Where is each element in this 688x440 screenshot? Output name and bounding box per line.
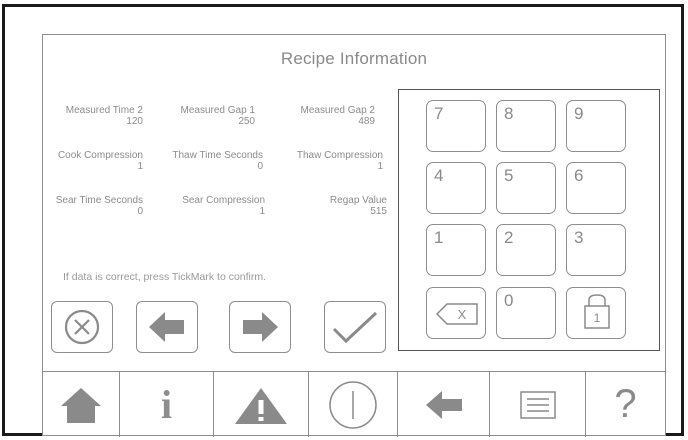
- key-label: 6: [574, 166, 584, 185]
- arrow-right-icon: [243, 312, 278, 342]
- field-value: 0: [137, 206, 143, 217]
- field-label: Measured Time 2: [65, 105, 143, 116]
- key-label: 1: [434, 228, 444, 247]
- field-thaw-time-seconds: Thaw Time Seconds 0: [163, 150, 263, 172]
- field-cook-compression: Cook Compression 1: [43, 150, 143, 172]
- warning-icon: [235, 387, 287, 424]
- field-label: Thaw Compression: [296, 150, 383, 161]
- field-value: 250: [238, 116, 255, 127]
- nav-list-button[interactable]: [490, 372, 586, 437]
- field-value: 489: [358, 116, 375, 127]
- field-label: Measured Gap 1: [180, 105, 256, 116]
- field-measured-gap-2: Measured Gap 2 489: [275, 105, 376, 127]
- key-7[interactable]: 7: [426, 100, 486, 152]
- key-4[interactable]: 4: [426, 162, 486, 214]
- next-button[interactable]: [229, 301, 291, 353]
- key-label: 9: [574, 104, 584, 123]
- field-value: 1: [259, 206, 265, 217]
- field-sear-compression: Sear Compression 1: [165, 195, 265, 217]
- field-label: Regap Value: [329, 195, 387, 206]
- key-label: 2: [504, 228, 514, 247]
- key-9[interactable]: 9: [566, 100, 626, 152]
- previous-button[interactable]: [136, 301, 198, 353]
- confirm-button[interactable]: [324, 301, 386, 353]
- key-label: 3: [574, 228, 584, 247]
- field-label: Thaw Time Seconds: [172, 150, 263, 161]
- backspace-key[interactable]: X: [426, 287, 486, 339]
- key-2[interactable]: 2: [496, 224, 556, 276]
- backspace-icon: X: [435, 303, 478, 325]
- field-thaw-compression: Thaw Compression 1: [283, 150, 383, 172]
- checkmark-icon: [332, 311, 378, 344]
- field-value: 1: [137, 161, 143, 172]
- power-icon: [329, 380, 377, 429]
- field-measured-time-2: Measured Time 2 120: [43, 105, 143, 127]
- key-8[interactable]: 8: [496, 100, 556, 152]
- bottom-nav: i ?: [43, 371, 665, 437]
- back-arrow-icon: [425, 390, 462, 419]
- field-label: Measured Gap 2: [300, 105, 376, 116]
- cancel-button[interactable]: [51, 301, 113, 353]
- field-label: Cook Compression: [57, 150, 143, 161]
- key-3[interactable]: 3: [566, 224, 626, 276]
- nav-power-button[interactable]: [309, 372, 398, 437]
- nav-back-button[interactable]: [398, 372, 490, 437]
- cancel-icon: [64, 309, 100, 345]
- list-icon: [519, 390, 556, 419]
- nav-help-button[interactable]: ?: [586, 372, 665, 437]
- key-1[interactable]: 1: [426, 224, 486, 276]
- field-regap-value: Regap Value 515: [287, 195, 387, 217]
- page-title: Recipe Information: [280, 49, 428, 68]
- lock-key[interactable]: 1: [566, 287, 626, 339]
- field-value: 1: [377, 161, 383, 172]
- field-sear-time-seconds: Sear Time Seconds 0: [43, 195, 143, 217]
- lock-icon: 1: [584, 294, 610, 329]
- field-value: 515: [370, 206, 387, 217]
- confirm-hint: If data is correct, press TickMark to co…: [63, 271, 267, 283]
- nav-warning-button[interactable]: [214, 372, 309, 437]
- key-6[interactable]: 6: [566, 162, 626, 214]
- arrow-left-icon: [149, 312, 184, 342]
- key-label: 0: [504, 291, 514, 310]
- home-icon: [61, 387, 101, 423]
- help-icon: ?: [614, 382, 637, 426]
- field-measured-gap-1: Measured Gap 1 250: [155, 105, 256, 127]
- nav-info-button[interactable]: i: [120, 372, 214, 437]
- key-5[interactable]: 5: [496, 162, 556, 214]
- info-icon: i: [160, 382, 173, 427]
- key-label: 8: [504, 104, 514, 123]
- lock-glyph: 1: [594, 311, 601, 325]
- field-label: Sear Time Seconds: [55, 195, 143, 206]
- key-0[interactable]: 0: [496, 287, 556, 339]
- field-value: 0: [257, 161, 263, 172]
- numeric-keypad: 7 8 9 4 5 6 1 2 3 X 0 1: [398, 89, 660, 351]
- screen: Recipe Information Measured Time 2 120 M…: [42, 34, 666, 437]
- key-label: 5: [504, 166, 514, 185]
- field-label: Sear Compression: [182, 195, 265, 206]
- backspace-glyph: X: [458, 307, 467, 322]
- key-label: 4: [434, 166, 444, 185]
- device-frame: Recipe Information Measured Time 2 120 M…: [2, 4, 684, 437]
- field-value: 120: [126, 116, 143, 127]
- nav-home-button[interactable]: [43, 372, 120, 437]
- key-label: 7: [434, 104, 444, 123]
